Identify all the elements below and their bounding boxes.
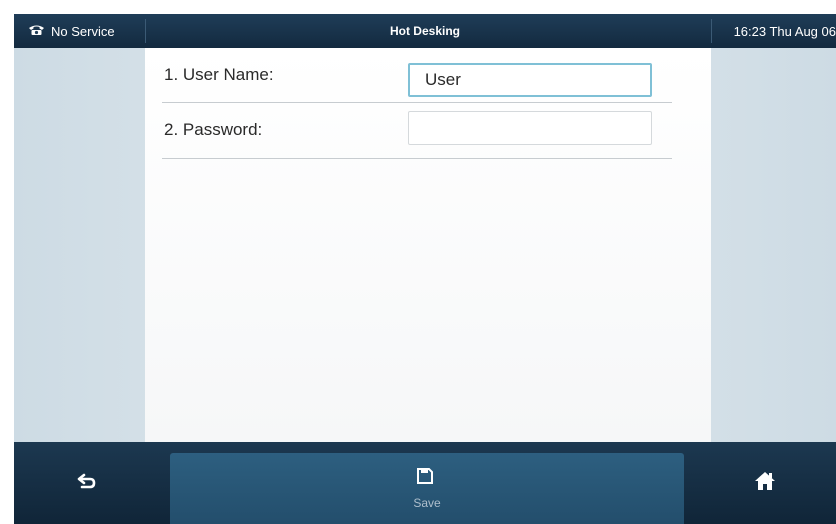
password-input[interactable] [408, 111, 652, 145]
save-icon [416, 467, 434, 485]
user-name-row: 1. User Name: User [162, 48, 672, 103]
password-row: 2. Password: [162, 103, 672, 159]
save-button[interactable]: Save [170, 453, 684, 524]
user-name-label: 1. User Name: [164, 65, 274, 84]
home-button[interactable] [750, 468, 780, 498]
save-label: Save [413, 496, 441, 510]
back-button[interactable] [72, 468, 102, 498]
phone-screen: No Service Hot Desking 16:23 Thu Aug 06 … [14, 14, 836, 524]
home-icon [754, 471, 776, 496]
status-bar: No Service Hot Desking 16:23 Thu Aug 06 [14, 14, 836, 48]
status-divider [711, 19, 712, 43]
user-name-input[interactable]: User [408, 63, 652, 97]
softkey-bar: Save [14, 442, 836, 524]
datetime: 16:23 Thu Aug 06 [733, 23, 836, 39]
page-title: Hot Desking [389, 24, 460, 38]
password-label: 2. Password: [164, 120, 263, 139]
form-panel: 1. User Name: User 2. Password: [145, 48, 711, 442]
back-arrow-icon [77, 473, 97, 494]
